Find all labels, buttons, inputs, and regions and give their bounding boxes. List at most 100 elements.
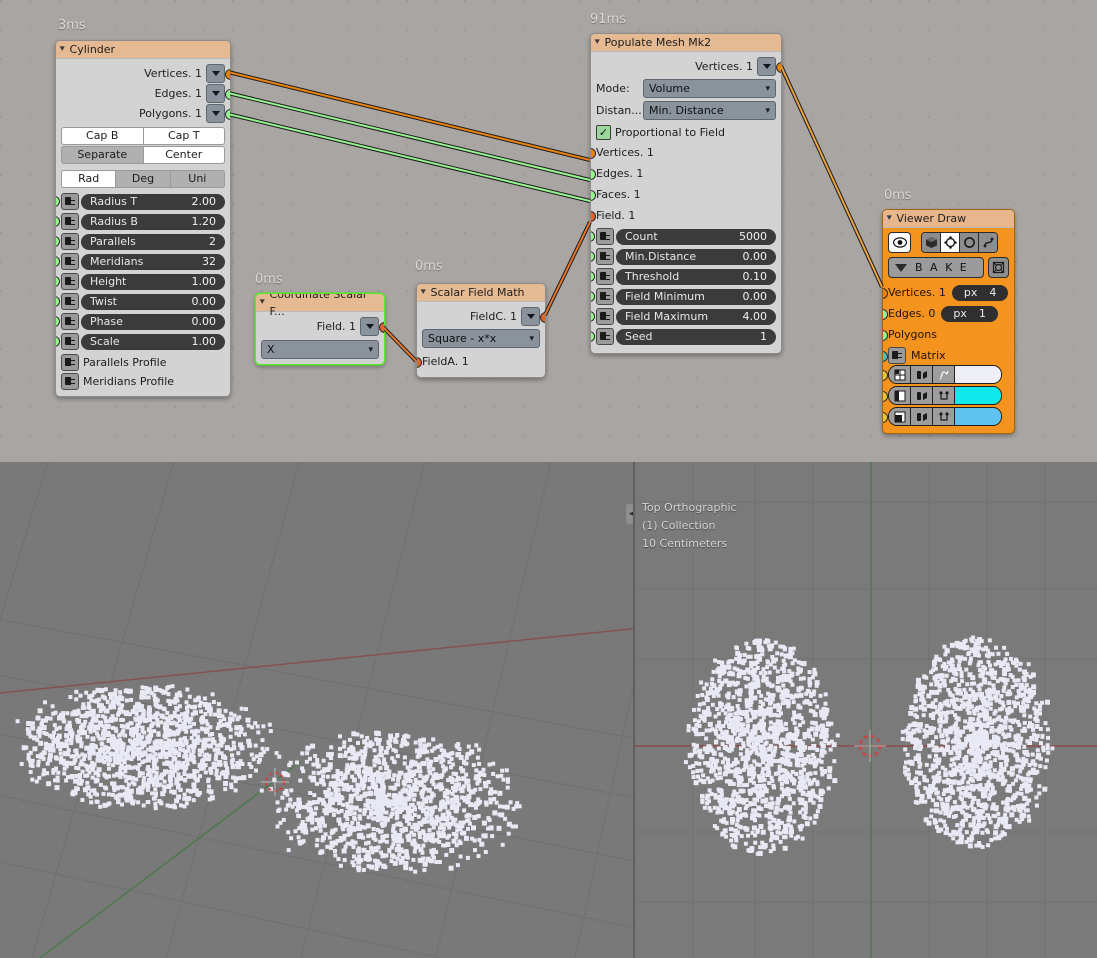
slider-min-distance[interactable]: Min.Distance 0.00: [616, 248, 776, 265]
socket-edge-color[interactable]: [883, 391, 888, 402]
toggle-cap-t[interactable]: Cap T: [143, 127, 225, 145]
polygon-color-group[interactable]: [888, 407, 1002, 426]
socket-radius-b[interactable]: [56, 216, 60, 227]
viewer-color-row-edges[interactable]: [883, 386, 1009, 405]
socket-vertex-color[interactable]: [883, 370, 888, 381]
color-swatch[interactable]: [955, 408, 1001, 425]
node-link-icon[interactable]: [933, 408, 955, 425]
chevron-down-icon[interactable]: ▾: [260, 294, 265, 311]
node-output-vertices[interactable]: Vertices. 1: [596, 56, 781, 76]
brush-icon[interactable]: [911, 408, 933, 425]
slider-meridians[interactable]: Meridians 32: [81, 253, 225, 270]
plug-icon[interactable]: [61, 313, 79, 330]
input-fielda[interactable]: FieldA. 1: [417, 351, 540, 372]
node-scalar-field-math[interactable]: ▾ Scalar Field Math FieldC. 1 Square - x…: [416, 283, 546, 378]
input-threshold[interactable]: Threshold 0.10: [591, 268, 776, 285]
plug-icon[interactable]: [61, 293, 79, 310]
input-scale[interactable]: Scale 1.00: [56, 333, 225, 350]
node-coordinate-scalar-field[interactable]: ▾ Coordinate Scalar F... Field. 1 X ▾: [255, 293, 385, 365]
input-faces[interactable]: Faces. 1: [591, 184, 776, 205]
slider-radius-b[interactable]: Radius B 1.20: [81, 213, 225, 230]
node-cylinder[interactable]: ▾ Cylinder Vertices. 1 Edges. 1 Polygons…: [55, 40, 231, 397]
mode-dropdown[interactable]: Volume ▾: [643, 79, 776, 98]
node-output-vertices[interactable]: Vertices. 1: [61, 63, 230, 83]
node-link-icon[interactable]: [933, 387, 955, 404]
input-parallels-profile[interactable]: Parallels Profile: [61, 353, 225, 371]
viewer-input-matrix[interactable]: Matrix: [883, 345, 1009, 365]
plug-icon[interactable]: [61, 233, 79, 250]
socket-seed[interactable]: [591, 331, 595, 342]
grid-icon[interactable]: [889, 366, 911, 383]
chevron-down-icon[interactable]: ▾: [887, 210, 892, 227]
output-dropdown-icon[interactable]: [206, 103, 225, 123]
node-coordinate-scalar-field-header[interactable]: ▾ Coordinate Scalar F...: [256, 294, 384, 318]
node-scalar-field-math-header[interactable]: ▾ Scalar Field Math: [417, 284, 545, 302]
input-vertices[interactable]: Vertices. 1: [591, 142, 776, 163]
eye-icon[interactable]: [888, 232, 911, 253]
color-swatch[interactable]: [955, 387, 1001, 404]
viewer-color-row-polygons[interactable]: [883, 407, 1009, 426]
plug-icon[interactable]: [61, 372, 79, 390]
toggle-separate[interactable]: Separate: [61, 146, 144, 164]
vertices-px-field[interactable]: px 4: [951, 284, 1009, 301]
plug-icon[interactable]: [596, 268, 614, 285]
input-phase[interactable]: Phase 0.00: [56, 313, 225, 330]
input-field[interactable]: Field. 1: [591, 205, 776, 226]
input-radius-b[interactable]: Radius B 1.20: [56, 213, 225, 230]
input-height[interactable]: Height 1.00: [56, 273, 225, 290]
plug-icon[interactable]: [596, 228, 614, 245]
socket-radius-t[interactable]: [56, 196, 60, 207]
input-meridians-profile[interactable]: Meridians Profile: [61, 372, 225, 390]
socket-phase[interactable]: [56, 316, 60, 327]
curve-profile-icon[interactable]: [933, 366, 955, 383]
brush-icon[interactable]: [911, 387, 933, 404]
toggle-deg[interactable]: Deg: [116, 170, 171, 188]
slider-field-maximum[interactable]: Field Maximum 4.00: [616, 308, 776, 325]
socket-field-maximum[interactable]: [591, 311, 595, 322]
sidebar-collapse-icon[interactable]: ◀: [626, 504, 633, 524]
toggle-cap-b[interactable]: Cap B: [61, 127, 144, 145]
input-min-distance[interactable]: Min.Distance 0.00: [591, 248, 776, 265]
socket-field-out[interactable]: [379, 322, 384, 333]
slider-scale[interactable]: Scale 1.00: [81, 333, 225, 350]
output-dropdown-icon[interactable]: [206, 63, 225, 83]
toggle-uni[interactable]: Uni: [170, 170, 225, 188]
checkbox-icon[interactable]: ✓: [596, 124, 611, 140]
socket-scale[interactable]: [56, 336, 60, 347]
sphere-dotted-icon[interactable]: [941, 233, 960, 252]
slider-count[interactable]: Count 5000: [616, 228, 776, 245]
checkbox-proportional-to-field[interactable]: ✓ Proportional to Field: [596, 123, 776, 141]
socket-parallels[interactable]: [56, 236, 60, 247]
socket-field-minimum[interactable]: [591, 291, 595, 302]
slider-height[interactable]: Height 1.00: [81, 273, 225, 290]
plug-icon[interactable]: [596, 248, 614, 265]
node-output-polygons[interactable]: Polygons. 1: [61, 103, 230, 123]
node-output-field[interactable]: Field. 1: [261, 316, 384, 336]
input-field-maximum[interactable]: Field Maximum 4.00: [591, 308, 776, 325]
plug-icon[interactable]: [596, 288, 614, 305]
color-swatch[interactable]: [955, 366, 1001, 383]
node-output-edges[interactable]: Edges. 1: [61, 83, 230, 103]
slider-seed[interactable]: Seed 1: [616, 328, 776, 345]
bake-options-icon[interactable]: [988, 257, 1009, 278]
curve-icon[interactable]: [979, 233, 997, 252]
slider-phase[interactable]: Phase 0.00: [81, 313, 225, 330]
plug-icon[interactable]: [61, 273, 79, 290]
socket-min-distance[interactable]: [591, 251, 595, 262]
plug-icon[interactable]: [61, 333, 79, 350]
circle-outline-icon[interactable]: [960, 233, 979, 252]
input-meridians[interactable]: Meridians 32: [56, 253, 225, 270]
node-viewer-draw-header[interactable]: ▾ Viewer Draw: [883, 210, 1014, 228]
slider-threshold[interactable]: Threshold 0.10: [616, 268, 776, 285]
viewer-input-vertices[interactable]: Vertices. 1 px 4: [883, 282, 1009, 303]
socket-twist[interactable]: [56, 296, 60, 307]
split-icon[interactable]: [889, 387, 911, 404]
socket-height[interactable]: [56, 276, 60, 287]
node-viewer-draw[interactable]: ▾ Viewer Draw B A K E Vertices. 1 px 4 E…: [882, 209, 1015, 434]
edge-color-group[interactable]: [888, 386, 1002, 405]
socket-edges-out[interactable]: [225, 89, 230, 100]
socket-polygon-color[interactable]: [883, 412, 888, 423]
slider-twist[interactable]: Twist 0.00: [81, 293, 225, 310]
cube-shaded-icon[interactable]: [922, 233, 941, 252]
plug-icon[interactable]: [596, 328, 614, 345]
